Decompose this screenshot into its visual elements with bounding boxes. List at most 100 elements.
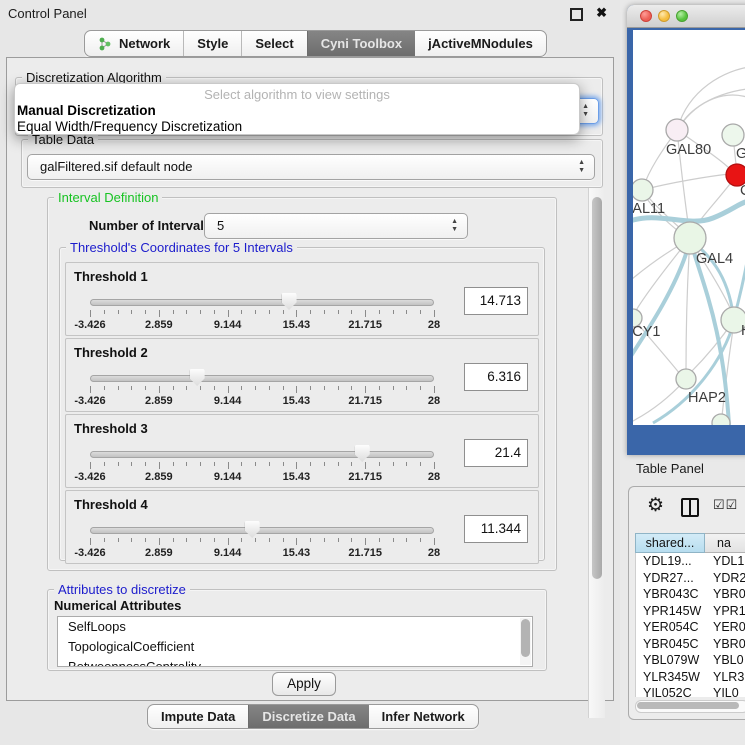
combo-stepper-icon: ▲▼ [578,159,585,175]
slider-tick-labels: -3.4262.8599.14415.4321.71528 [90,319,434,331]
numerical-attributes-label: Numerical Attributes [54,598,181,613]
table-row[interactable]: YBL079WYBL0 [636,652,745,669]
network-node-label: GAL11 [633,201,665,217]
node-table: shared... na YDL19...YDL1YDR27...YDR2YBR… [635,533,745,697]
threshold-label: Threshold 2 [74,345,148,360]
combo-stepper-icon: ▲▼ [582,103,589,119]
threshold-label: Threshold 3 [74,421,148,436]
numerical-attributes-list[interactable]: SelfLoopsTopologicalCoefficientBetweenne… [57,616,533,667]
table-rows[interactable]: YDL19...YDL1YDR27...YDR2YBR043CYBR0YPR14… [635,553,745,697]
minimize-traffic-icon[interactable] [658,10,670,22]
network-node-label: H [741,323,745,339]
threshold-value-field[interactable]: 11.344 [464,515,528,543]
slider-track[interactable] [90,527,434,534]
popup-item[interactable]: Manual Discretization [15,103,579,119]
algorithm-combo-prompt: Select algorithm to view settings [15,87,579,103]
threshold-label: Threshold 1 [74,269,148,284]
network-node[interactable] [666,119,688,141]
attributes-scrollbar[interactable] [520,618,531,665]
panel-scrollbar-thumb[interactable] [592,197,602,579]
table-row[interactable]: YDR27...YDR2 [636,570,745,587]
slider-track[interactable] [90,375,434,382]
tab-impute-data[interactable]: Impute Data [148,705,248,728]
threshold-value-field[interactable]: 14.713 [464,287,528,315]
attribute-list-item[interactable]: SelfLoops [58,617,532,637]
table-data-combo-value: galFiltered.sif default node [40,159,192,174]
threshold-row: Threshold 4 -3.4262.8599.14415.4321.71528… [65,490,539,564]
tab-network[interactable]: Network [85,31,183,56]
interval-definition-title: Interval Definition [54,190,162,205]
tab-jactivemnodules[interactable]: jActiveMNodules [415,31,546,56]
slider-track[interactable] [90,451,434,458]
table-row[interactable]: YBR045CYBR0 [636,636,745,653]
control-panel-title: Control Panel [8,6,87,21]
float-window-icon[interactable] [570,8,583,21]
slider-ticks [90,386,434,394]
column-header-shared-name[interactable]: shared... [635,533,705,553]
network-node[interactable] [674,222,706,254]
slider-handle-icon[interactable] [245,521,260,538]
network-graph: GAL80GACGAL11GAL4GCY1HHAP2 [633,30,745,425]
network-node-label: GAL80 [666,142,711,158]
zoom-traffic-icon[interactable] [676,10,688,22]
columns-icon[interactable] [681,498,699,517]
attribute-list-item[interactable]: BetweennessCentrality [58,657,532,667]
attribute-list-item[interactable]: TopologicalCoefficient [58,637,532,657]
network-node-label: HAP2 [688,390,726,406]
threshold-label: Threshold 4 [74,497,148,512]
slider-track[interactable] [90,299,434,306]
threshold-value-field[interactable]: 6.316 [464,363,528,391]
network-node[interactable] [633,179,653,201]
thresholds-group-title: Threshold's Coordinates for 5 Intervals [66,240,297,255]
tab-cyni-toolbox[interactable]: Cyni Toolbox [307,31,415,56]
close-icon[interactable]: ✖ [596,5,607,21]
threshold-slider[interactable]: -3.4262.8599.14415.4321.71528 [90,447,434,485]
popup-item[interactable]: Equal Width/Frequency Discretization [15,119,579,135]
threshold-row: Threshold 3 -3.4262.8599.14415.4321.71528… [65,414,539,488]
right-region: GAL80GACGAL11GAL4GCY1HHAP2 Table Panel ⚙… [620,0,745,745]
tab-style[interactable]: Style [183,31,241,56]
table-data-combobox[interactable]: galFiltered.sif default node ▲▼ [27,154,595,180]
threshold-value-field[interactable]: 21.4 [464,439,528,467]
attributes-group: Attributes to discretize Numerical Attri… [47,589,547,671]
threshold-slider[interactable]: -3.4262.8599.14415.4321.71528 [90,371,434,409]
thresholds-group: Threshold's Coordinates for 5 Intervals … [59,247,545,561]
threshold-row: Threshold 1 -3.4262.8599.14415.4321.71528… [65,262,539,336]
table-row[interactable]: YDL19...YDL1 [636,553,745,570]
network-node[interactable] [676,369,696,389]
column-header-name[interactable]: na [705,533,745,553]
control-panel-tabbar: NetworkStyleSelectCyni ToolboxjActiveMNo… [84,30,547,57]
table-row[interactable]: YER054CYER0 [636,619,745,636]
network-node[interactable] [722,124,744,146]
network-view-window: GAL80GACGAL11GAL4GCY1HHAP2 [627,5,745,455]
threshold-slider[interactable]: -3.4262.8599.14415.4321.71528 [90,523,434,561]
network-canvas[interactable]: GAL80GACGAL11GAL4GCY1HHAP2 [633,30,745,425]
tab-discretize-data[interactable]: Discretize Data [248,705,368,728]
table-hscrollbar-thumb[interactable] [637,702,739,709]
checkbox-icons[interactable]: ☑☑ [713,497,738,513]
tab-infer-network[interactable]: Infer Network [369,705,478,728]
network-window-titlebar [627,5,745,28]
table-row[interactable]: YIL052CYIL0 [636,685,745,697]
network-node-label: GA [736,146,745,162]
tab-select[interactable]: Select [241,31,306,56]
apply-button[interactable]: Apply [272,672,336,696]
control-panel-titlebar: Control Panel ✖ [0,0,620,26]
table-hscrollbar[interactable] [635,700,745,713]
num-intervals-combobox[interactable]: 5 ▲▼ [204,213,468,239]
slider-handle-icon[interactable] [355,445,370,462]
threshold-row: Threshold 2 -3.4262.8599.14415.4321.71528… [65,338,539,412]
panel-scrollbar[interactable] [588,188,605,718]
slider-handle-icon[interactable] [190,369,205,386]
control-panel-window: Control Panel ✖ NetworkStyleSelectCyni T… [0,0,621,745]
slider-tick-labels: -3.4262.8599.14415.4321.71528 [90,395,434,407]
gear-icon[interactable]: ⚙ [647,494,664,517]
table-row[interactable]: YBR043CYBR0 [636,586,745,603]
num-intervals-value: 5 [217,218,224,233]
network-node-label: GAL4 [696,251,733,267]
close-traffic-icon[interactable] [640,10,652,22]
threshold-slider[interactable]: -3.4262.8599.14415.4321.71528 [90,295,434,333]
table-row[interactable]: YLR345WYLR3 [636,669,745,686]
table-row[interactable]: YPR145WYPR1 [636,603,745,620]
slider-handle-icon[interactable] [282,293,297,310]
